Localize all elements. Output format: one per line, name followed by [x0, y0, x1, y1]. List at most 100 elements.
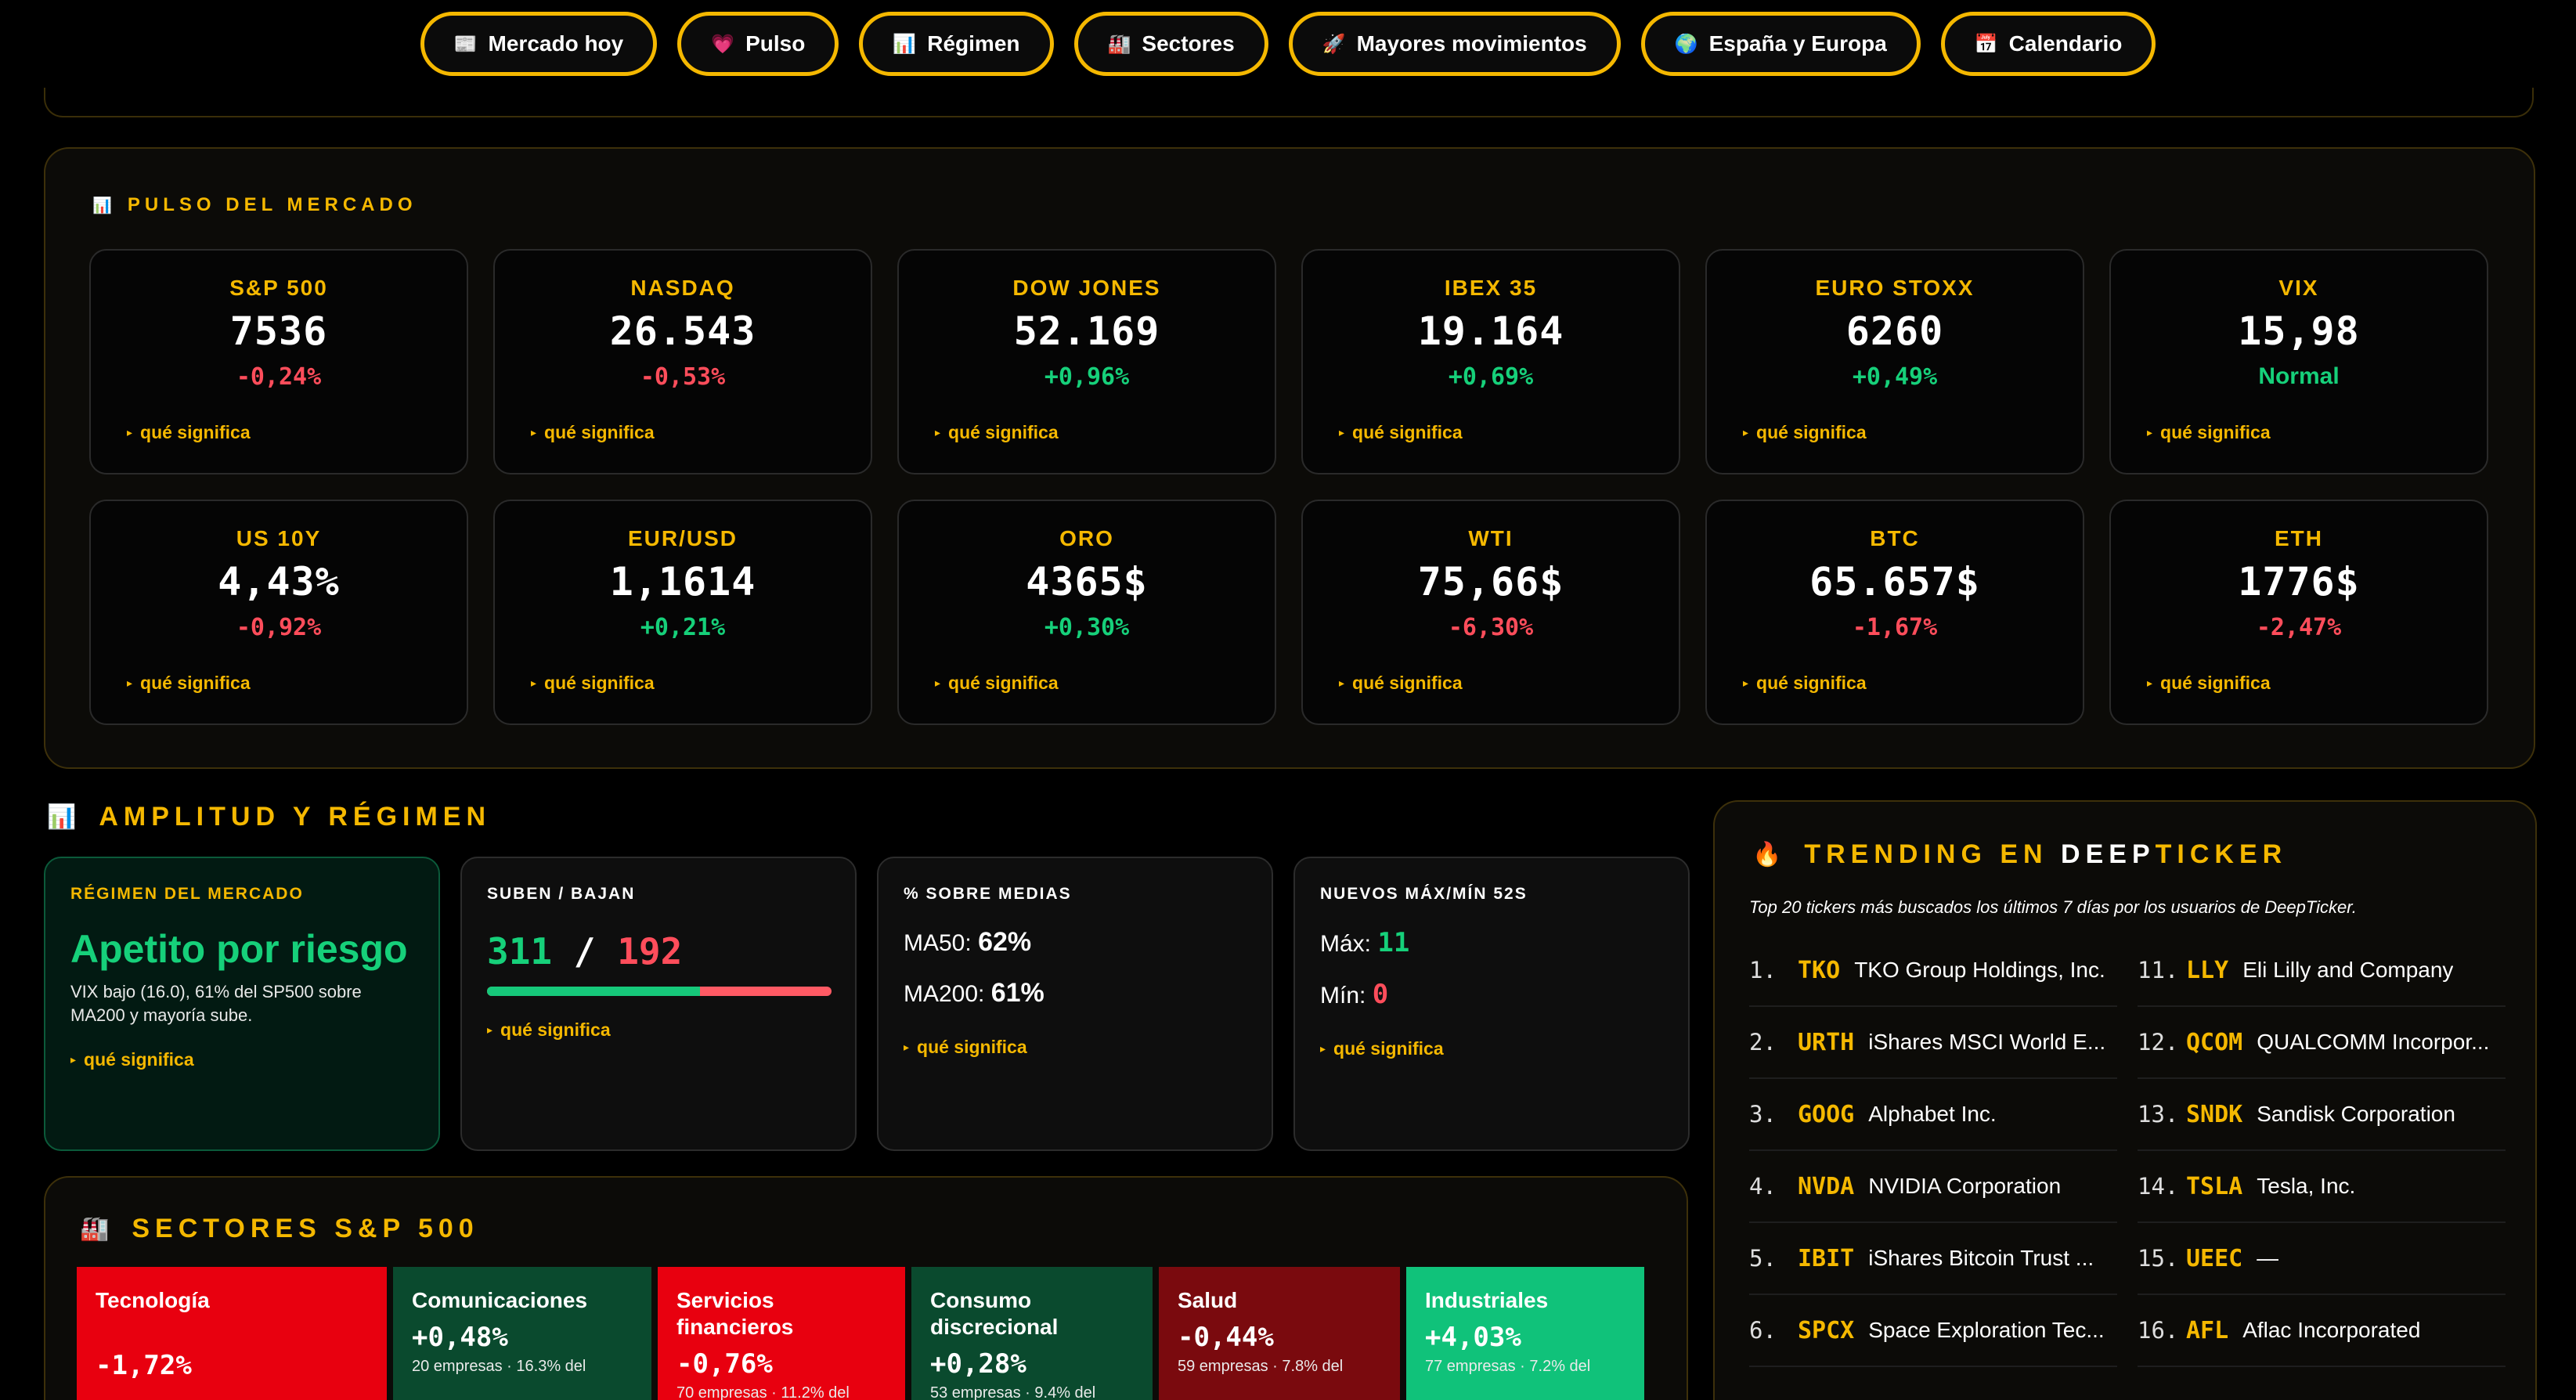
nav-button-mayores-movimientos[interactable]: 🚀 Mayores movimientos — [1288, 12, 1621, 76]
sector-stats: 77 empresas · 7.2% del — [1425, 1358, 1591, 1375]
trending-item[interactable]: 12. QCOM QUALCOMM Incorpor... — [2138, 1007, 2506, 1079]
breadth-bar-fill — [487, 987, 700, 996]
sector-tile[interactable]: Comunicaciones +0,48% 20 empresas · 16.3% … — [393, 1267, 651, 1400]
trending-item[interactable]: 11. LLY Eli Lilly and Company — [2138, 935, 2506, 1007]
triangle-right-icon: ▸ — [1743, 426, 1749, 438]
trending-rank: 13. — [2138, 1101, 2179, 1128]
trending-item[interactable]: 4. NVDA NVIDIA Corporation — [1749, 1151, 2117, 1223]
que-significa-link[interactable]: ▸ qué significa — [2147, 422, 2271, 443]
sectores-section: 🏭 SECTORES S&P 500 Tecnología -1,72% Comun… — [44, 1176, 1688, 1400]
que-significa-link[interactable]: ▸ qué significa — [127, 673, 251, 694]
trending-ticker: NVDA — [1798, 1172, 1855, 1200]
que-significa-link[interactable]: ▸ qué significa — [904, 1037, 1247, 1058]
que-significa-link[interactable]: ▸ qué significa — [1320, 1038, 1663, 1059]
que-significa-link[interactable]: ▸ qué significa — [935, 422, 1059, 443]
nav-label: Calendario — [2008, 31, 2123, 56]
trending-item[interactable]: 15. UEEC — — [2138, 1223, 2506, 1295]
sector-tile[interactable]: Consumo discrecional +0,28% 53 empresas · … — [911, 1267, 1153, 1400]
nav-icon: 📅 — [1974, 33, 1998, 55]
nav-button-espa-a-y-europa[interactable]: 🌍 España y Europa — [1640, 12, 1921, 76]
nav-label: Sectores — [1142, 31, 1235, 56]
chart-icon: 📊 — [47, 804, 82, 830]
market-card-euro-stoxx: EURO STOXX 6260 +0,49% ▸ qué significa — [1705, 249, 2084, 474]
trending-item[interactable]: 16. AFL Aflac Incorporated — [2138, 1295, 2506, 1367]
trending-rank: 16. — [2138, 1317, 2179, 1344]
nav-label: Mayores movimientos — [1356, 31, 1587, 56]
link-label: qué significa — [1352, 422, 1463, 442]
trending-item[interactable]: 13. SNDK Sandisk Corporation — [2138, 1079, 2506, 1151]
medias-card: % SOBRE MEDIAS MA50: 62% MA200: 61% ▸ qué… — [877, 857, 1273, 1151]
nav-button-sectores[interactable]: 🏭 Sectores — [1073, 12, 1268, 76]
trending-item[interactable]: 3. GOOG Alphabet Inc. — [1749, 1079, 2117, 1151]
triangle-right-icon: ▸ — [2147, 426, 2153, 438]
market-label: EUR/USD — [627, 526, 738, 550]
sector-stats: 59 empresas · 7.8% del — [1178, 1358, 1344, 1375]
sector-tile[interactable]: Servicios financieros -0,76% 70 empresas ·… — [658, 1267, 905, 1400]
market-value: 1776$ — [2238, 559, 2360, 604]
market-card-dow-jones: DOW JONES 52.169 +0,96% ▸ qué significa — [897, 249, 1276, 474]
nav-button-calendario[interactable]: 📅 Calendario — [1940, 12, 2156, 76]
trending-list-right: 11. LLY Eli Lilly and Company 12. QCOM QUALCO… — [2138, 935, 2506, 1367]
trending-company: TKO Group Holdings, Inc. — [1854, 958, 2105, 982]
market-label: ETH — [2275, 526, 2323, 550]
factory-icon: 🏭 — [80, 1216, 115, 1242]
trending-ticker: TSLA — [2186, 1172, 2243, 1200]
regimen-heading: RÉGIMEN DEL MERCADO — [70, 885, 304, 903]
que-significa-link[interactable]: ▸ qué significa — [2147, 673, 2271, 694]
market-card-eth: ETH 1776$ -2,47% ▸ qué significa — [2109, 500, 2488, 725]
trending-item[interactable]: 5. IBIT iShares Bitcoin Trust ... — [1749, 1223, 2117, 1295]
que-significa-link[interactable]: ▸ qué significa — [1339, 422, 1463, 443]
que-significa-link[interactable]: ▸ qué significa — [127, 422, 251, 443]
trending-item[interactable]: 1. TKO TKO Group Holdings, Inc. — [1749, 935, 2117, 1007]
market-change: +0,49% — [1852, 363, 1938, 391]
trending-company: Alphabet Inc. — [1868, 1102, 1997, 1126]
ma200-row: MA200: 61% — [904, 978, 1044, 1008]
trending-item[interactable]: 2. URTH iShares MSCI World E... — [1749, 1007, 2117, 1079]
nav-button-pulso[interactable]: 💗 Pulso — [677, 12, 839, 76]
trending-company: Space Exploration Tec... — [1868, 1318, 2105, 1342]
que-significa-link[interactable]: ▸ qué significa — [487, 1019, 830, 1041]
trending-item[interactable]: 14. TSLA Tesla, Inc. — [2138, 1151, 2506, 1223]
que-significa-link[interactable]: ▸ qué significa — [70, 1049, 413, 1070]
market-card-vix: VIX 15,98 Normal ▸ qué significa — [2109, 249, 2488, 474]
nav-icon: 📊 — [893, 33, 917, 55]
pulse-section: 📊 PULSO DEL MERCADO S&P 500 7536 -0,24% ▸ qu… — [44, 147, 2535, 769]
sector-tile[interactable]: Salud -0,44% 59 empresas · 7.8% del — [1159, 1267, 1400, 1400]
market-change: -0,53% — [640, 363, 726, 391]
sector-tile[interactable]: Industriales +4,03% 77 empresas · 7.2% del — [1406, 1267, 1644, 1400]
trending-item[interactable]: 6. SPCX Space Exploration Tec... — [1749, 1295, 2117, 1367]
que-significa-link[interactable]: ▸ qué significa — [1743, 422, 1867, 443]
market-change: Normal — [2258, 363, 2340, 389]
triangle-right-icon: ▸ — [1320, 1042, 1326, 1055]
triangle-right-icon: ▸ — [127, 677, 133, 689]
trending-company: — — [2257, 1246, 2279, 1270]
trending-ticker: QCOM — [2186, 1028, 2243, 1056]
market-value: 19.164 — [1417, 309, 1564, 354]
sector-tile[interactable]: Tecnología -1,72% — [77, 1267, 387, 1400]
nav-icon: 🌍 — [1674, 33, 1698, 55]
nav-button-mercado-hoy[interactable]: 📰 Mercado hoy — [420, 12, 658, 76]
que-significa-link[interactable]: ▸ qué significa — [1339, 673, 1463, 694]
market-label: WTI — [1468, 526, 1513, 550]
nav-icon: 🚀 — [1322, 33, 1346, 55]
triangle-right-icon: ▸ — [487, 1023, 493, 1036]
max-row: Máx: 11 — [1320, 927, 1410, 958]
trending-rank: 5. — [1749, 1245, 1777, 1272]
sector-name: Salud — [1178, 1288, 1238, 1312]
que-significa-link[interactable]: ▸ qué significa — [935, 673, 1059, 694]
que-significa-link[interactable]: ▸ qué significa — [1743, 673, 1867, 694]
link-label: qué significa — [948, 673, 1059, 693]
market-value: 15,98 — [2238, 309, 2360, 354]
link-label: qué significa — [1352, 673, 1463, 693]
que-significa-link[interactable]: ▸ qué significa — [531, 673, 655, 694]
link-label: qué significa — [544, 422, 655, 442]
link-label: qué significa — [948, 422, 1059, 442]
trending-company: iShares MSCI World E... — [1868, 1030, 2106, 1054]
trending-rank: 6. — [1749, 1317, 1777, 1344]
que-significa-link[interactable]: ▸ qué significa — [531, 422, 655, 443]
nav-label: Mercado hoy — [488, 31, 624, 56]
breadth-card: SUBEN / BAJAN 311 / 192 ▸ qué significa — [460, 857, 857, 1151]
advancers-count: 311 — [487, 930, 553, 972]
sectores-title: 🏭 SECTORES S&P 500 — [80, 1214, 479, 1243]
nav-button-r-gimen[interactable]: 📊 Régimen — [859, 12, 1054, 76]
